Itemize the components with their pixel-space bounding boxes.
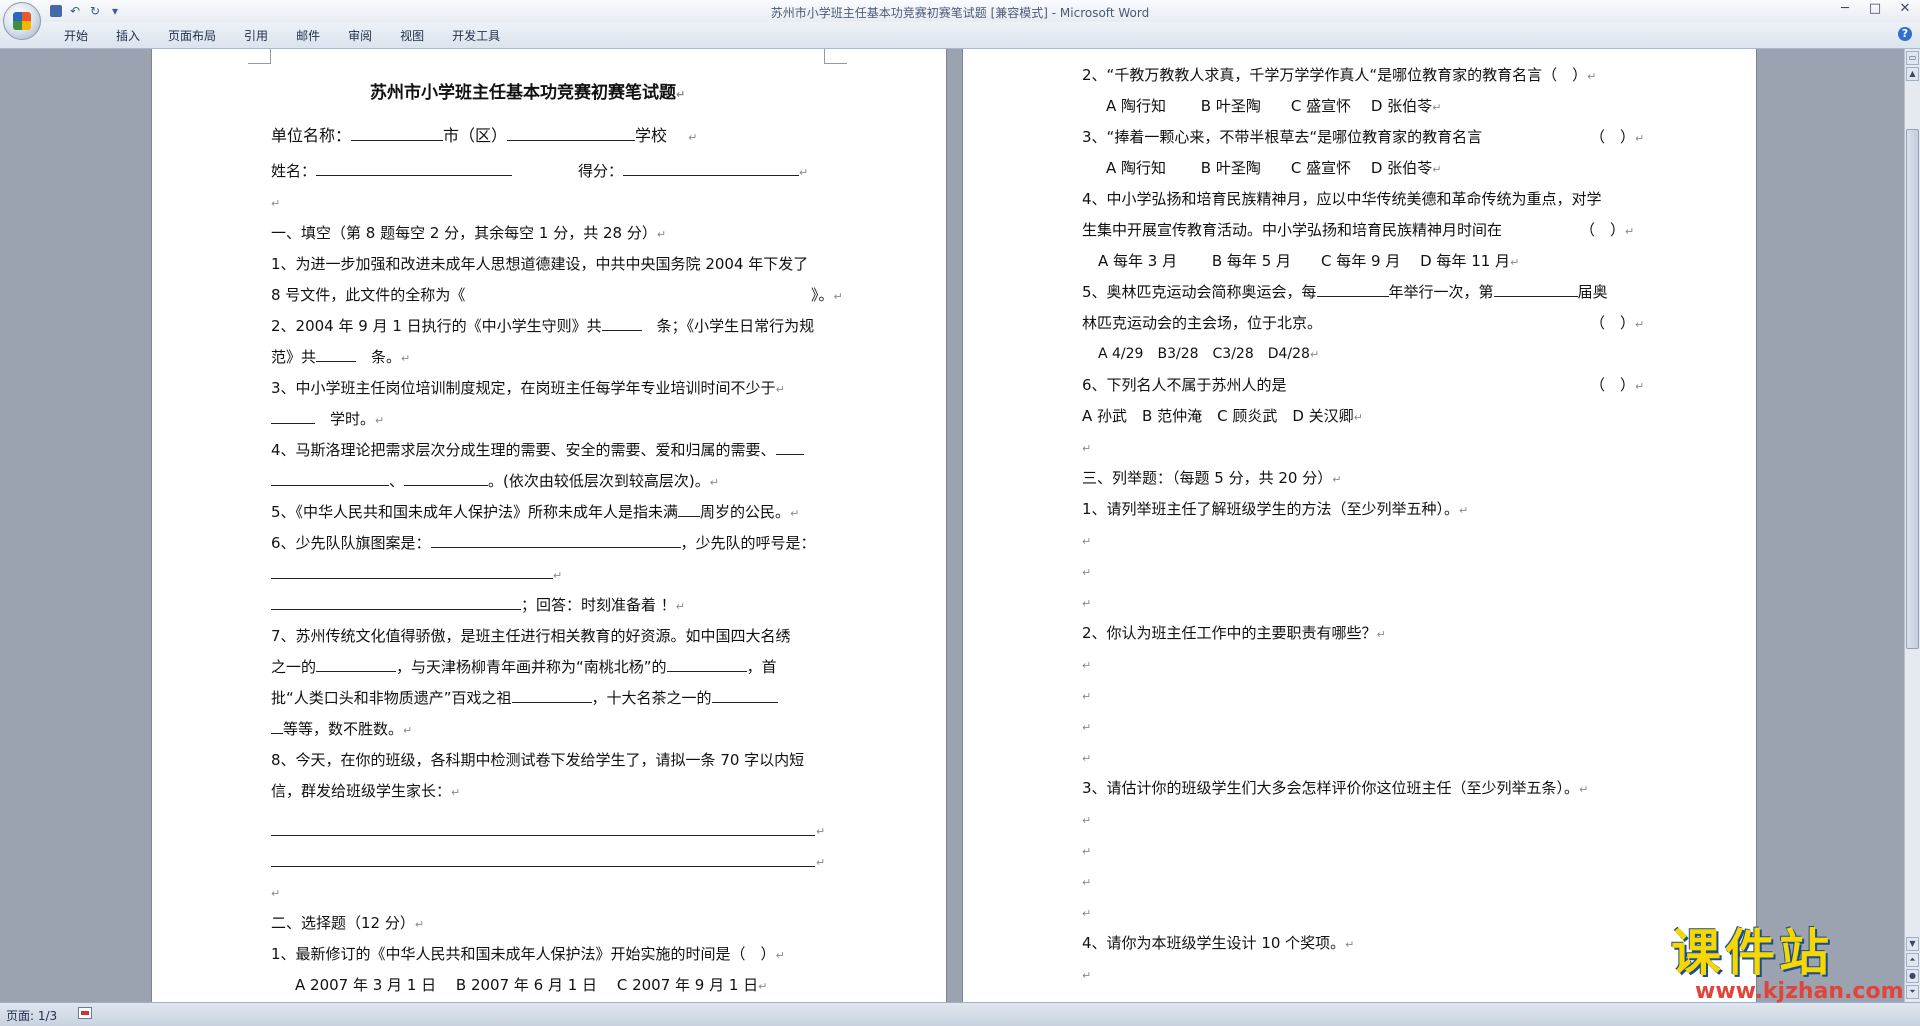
ribbon: 开始 插入 页面布局 引用 邮件 审阅 视图 开发工具 ? xyxy=(0,22,1920,49)
choice-6: 6、下列名人不属于苏州人的是 xyxy=(1082,376,1287,394)
choice-4-line-2: 生集中开展宣传教育活动。中小学弘扬和培育民族精神月时间在 xyxy=(1082,221,1503,239)
name-score-line: 姓名： 得分： ↵ xyxy=(271,162,809,180)
choice-2-options: A 陶行知 B 叶圣陶 C 盛宣怀 D 张伯苓↵ xyxy=(1106,97,1442,115)
scroll-up-icon[interactable]: ▲ xyxy=(1906,67,1919,81)
page-indicator[interactable]: 页面: 1/3 xyxy=(6,1007,57,1024)
previous-page-icon[interactable]: ⏶ xyxy=(1906,953,1919,967)
choice-2: 2、“千教万教教人求真，千学万学学作真人“是哪位教育家的教育名言（ ）↵ xyxy=(1082,66,1597,84)
list-question-4: 4、请你为本班级学生设计 10 个奖项。↵ xyxy=(1082,934,1355,952)
q8-line-2: 信，群发给班级学生家长：↵ xyxy=(271,782,461,800)
section-1-heading: 一、填空（第 8 题每空 2 分，其余每空 1 分，共 28 分）↵ xyxy=(271,224,667,242)
proofing-icon[interactable] xyxy=(78,1007,92,1019)
choice-5-line-2: 林匹克运动会的主会场，位于北京。 xyxy=(1082,314,1323,332)
minimize-button[interactable]: ─ xyxy=(1830,0,1860,20)
document-page-2[interactable]: 2、“千教万教教人求真，千学万学学作真人“是哪位教育家的教育名言（ ）↵ A 陶… xyxy=(963,49,1756,1002)
watermark-title: 课件站 xyxy=(1671,924,1833,982)
list-question-2: 2、你认为班主任工作中的主要职责有哪些？↵ xyxy=(1082,624,1386,642)
scrollbar-thumb[interactable] xyxy=(1906,129,1919,649)
q3-line-2: 学时。↵ xyxy=(271,409,384,431)
maximize-button[interactable]: □ xyxy=(1860,0,1890,20)
q7-line-4: 等等，数不胜数。↵ xyxy=(271,719,412,741)
choice-6-paren: （ ）↵ xyxy=(1590,376,1645,394)
office-logo-icon xyxy=(13,12,31,30)
q6-line-2: ↵ xyxy=(271,564,562,586)
ruler-toggle-icon[interactable]: ▭ xyxy=(1906,51,1919,65)
choice-3: 3、“捧着一颗心来，不带半根草去“是哪位教育家的教育名言 xyxy=(1082,128,1483,146)
answer-line xyxy=(271,866,815,867)
select-browse-object-icon[interactable]: ● xyxy=(1906,969,1919,983)
section-3-heading: 三、列举题：（每题 5 分，共 20 分）↵ xyxy=(1082,469,1342,487)
choice-5-paren: （ ）↵ xyxy=(1590,314,1645,332)
answer-line xyxy=(271,835,815,836)
q7-line-2: 之一的 ，与天津杨柳青年画并称为“南桃北杨”的 ，首 xyxy=(271,658,777,676)
tab-home[interactable]: 开始 xyxy=(50,28,102,44)
q4-line-2: 、。(依次由较低层次到较高层次)。↵ xyxy=(271,471,719,493)
tab-developer[interactable]: 开发工具 xyxy=(438,28,514,44)
tab-insert[interactable]: 插入 xyxy=(102,28,154,44)
section-2-heading: 二、选择题（12 分）↵ xyxy=(271,914,425,932)
help-icon[interactable]: ? xyxy=(1898,27,1912,41)
ribbon-tabs: 开始 插入 页面布局 引用 邮件 审阅 视图 开发工具 xyxy=(50,28,514,44)
q3-line-1: 3、中小学班主任岗位培训制度规定，在岗班主任每学年专业培训时间不少于↵ xyxy=(271,379,785,397)
document-area[interactable]: 苏州市小学班主任基本功竞赛初赛笔试题↵ 单位名称： 市（区） 学校 ↵ 姓名： 得分：… xyxy=(0,49,1905,1002)
document-page-1[interactable]: 苏州市小学班主任基本功竞赛初赛笔试题↵ 单位名称： 市（区） 学校 ↵ 姓名： 得分：… xyxy=(152,49,946,1002)
choice-4-options: A 每年 3 月 B 每年 5 月 C 每年 9 月 D 每年 11 月↵ xyxy=(1098,252,1520,270)
close-button[interactable]: ✕ xyxy=(1890,0,1920,20)
window-title: 苏州市小学班主任基本功竞赛初赛笔试题 [兼容模式] - Microsoft Wo… xyxy=(770,6,1150,20)
choice-6-options: A 孙武 B 范仲淹 C 顾炎武 D 关汉卿↵ xyxy=(1082,407,1363,425)
watermark-url: www.kjzhan.com xyxy=(1695,979,1904,1004)
tab-page-layout[interactable]: 页面布局 xyxy=(154,28,230,44)
crop-mark xyxy=(824,49,847,64)
office-button[interactable] xyxy=(3,2,41,40)
list-question-3: 3、请估计你的班级学生们大多会怎样评价你这位班主任（至少列举五条）。↵ xyxy=(1082,779,1589,797)
status-bar: 页面: 1/3 xyxy=(0,1002,1920,1026)
tab-references[interactable]: 引用 xyxy=(230,28,282,44)
choice-3-paren: （ ）↵ xyxy=(1590,128,1645,146)
q4-line-1: 4、马斯洛理论把需求层次分成生理的需要、安全的需要、爱和归属的需要、 xyxy=(271,440,804,460)
tab-view[interactable]: 视图 xyxy=(386,28,438,44)
q7-line-1: 7、苏州传统文化值得骄傲，是班主任进行相关教育的好资源。如中国四大名绣 xyxy=(271,627,791,645)
title-bar: ↶ ↻ ▾ 苏州市小学班主任基本功竞赛初赛笔试题 [兼容模式] - Micros… xyxy=(0,0,1920,40)
choice-4-line-1: 4、中小学弘扬和培育民族精神月，应以中华传统美德和革命传统为重点，对学 xyxy=(1082,190,1602,208)
list-question-1: 1、请列举班主任了解班级学生的方法（至少列举五种）。↵ xyxy=(1082,500,1469,518)
choice-3-options: A 陶行知 B 叶圣陶 C 盛宣怀 D 张伯苓↵ xyxy=(1106,159,1442,177)
choice-1-options: A 2007 年 3 月 1 日 B 2007 年 6 月 1 日 C 2007… xyxy=(295,976,768,994)
q6-line-3: ；回答：时刻准备着 ！↵ xyxy=(271,595,685,617)
choice-1: 1、最新修订的《中华人民共和国未成年人保护法》开始实施的时间是（ ）↵ xyxy=(271,945,785,963)
q8-line-1: 8、今天，在你的班级，各科期中检测试卷下发给学生了，请拟一条 70 字以内短 xyxy=(271,751,805,769)
choice-4-paren: （ ）↵ xyxy=(1580,221,1635,239)
window-controls: ─ □ ✕ xyxy=(1830,0,1920,20)
tab-review[interactable]: 审阅 xyxy=(334,28,386,44)
q6-line-1: 6、少先队队旗图案是： ，少先队的呼号是： xyxy=(271,534,816,552)
q2-line-1: 2、2004 年 9 月 1 日执行的《中小学生守则》共 条；《小学生日常行为规 xyxy=(271,317,815,335)
q1-line-2: 8 号文件，此文件的全称为《 》。↵ xyxy=(271,286,843,304)
unit-line: 单位名称： 市（区） 学校 ↵ xyxy=(271,126,698,145)
scroll-down-icon[interactable]: ▼ xyxy=(1906,937,1919,951)
tab-mailings[interactable]: 邮件 xyxy=(282,28,334,44)
site-watermark: 课件站 www.kjzhan.com xyxy=(1665,925,1905,1005)
choice-5-line-1: 5、奥林匹克运动会简称奥运会，每 年举行一次，第 届奥 xyxy=(1082,283,1608,301)
q2-line-2: 范》共 条。↵ xyxy=(271,348,411,366)
q1-line-1: 1、为进一步加强和改进未成年人思想道德建设，中共中央国务院 2004 年下发了 xyxy=(271,255,809,273)
crop-mark xyxy=(248,49,271,64)
q7-line-3: 批“人类口头和非物质遗产”百戏之祖 ，十大名茶之一的 xyxy=(271,688,778,708)
vertical-scrollbar[interactable]: ▭ ▲ ▼ ⏶ ● ⏷ xyxy=(1904,49,1920,1002)
next-page-icon[interactable]: ⏷ xyxy=(1906,985,1919,999)
choice-5-options: A 4/29 B3/28 C3/28 D4/28↵ xyxy=(1098,346,1320,362)
q5: 5、《中华人民共和国未成年人保护法》所称未成年人是指未满 周岁的公民。↵ xyxy=(271,503,800,521)
document-title: 苏州市小学班主任基本功竞赛初赛笔试题↵ xyxy=(370,83,686,103)
